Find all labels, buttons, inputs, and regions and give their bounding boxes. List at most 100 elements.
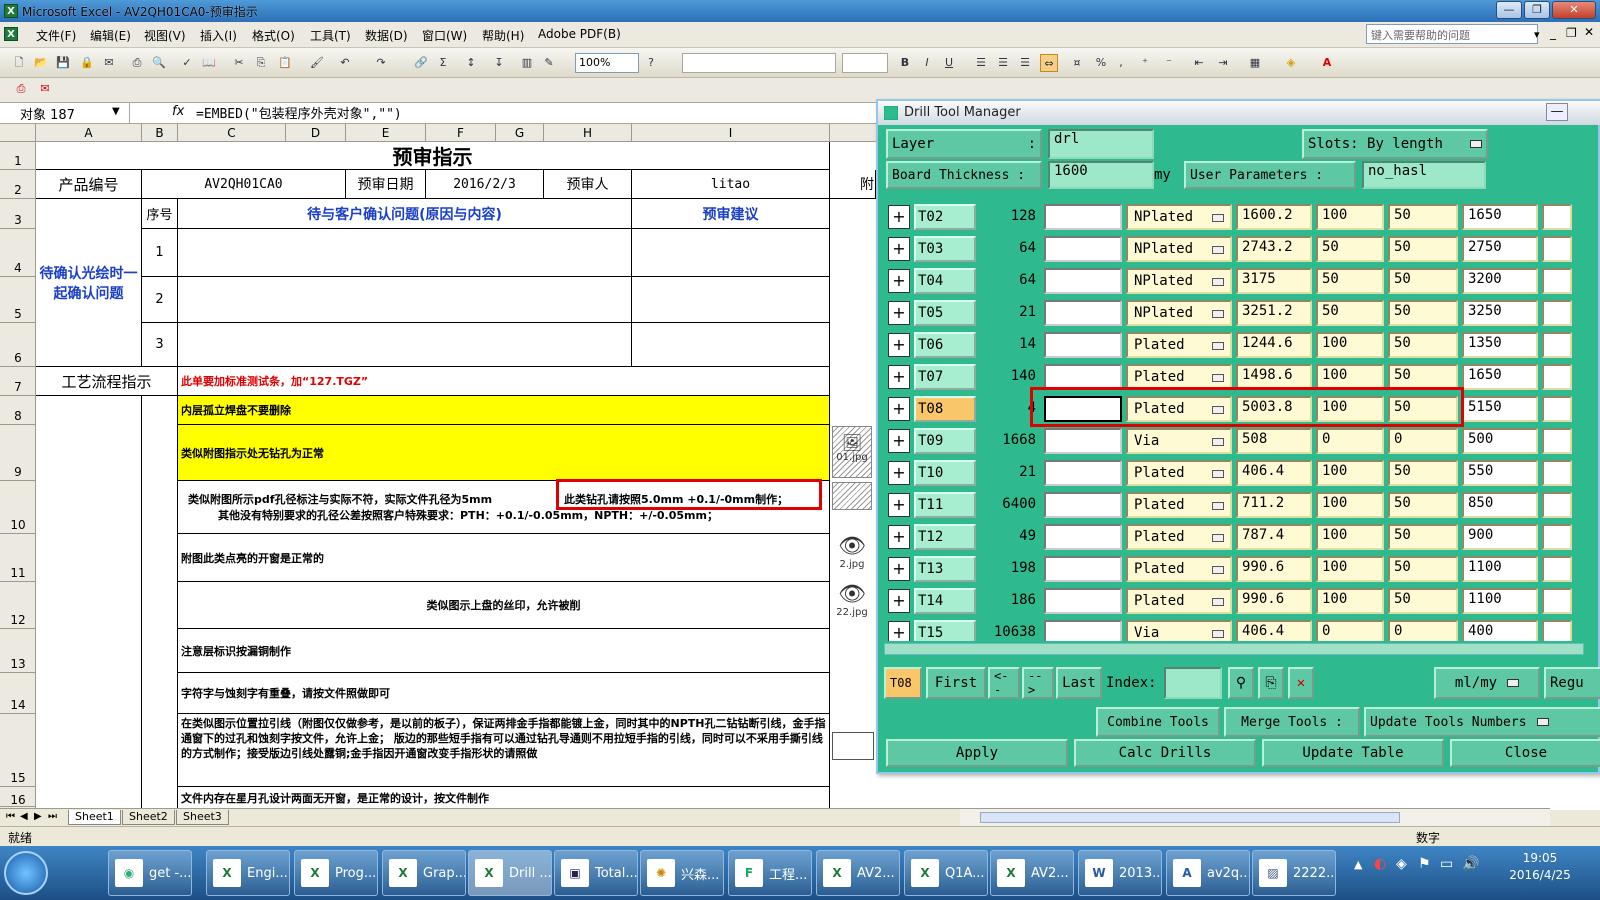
flag-icon[interactable]: ⚑ [1418, 856, 1431, 872]
tool-finish[interactable]: 500 [1462, 428, 1538, 454]
tool-tol-plus[interactable]: 100 [1316, 204, 1384, 230]
tool-name[interactable]: T06 [914, 332, 976, 358]
tool-size[interactable]: 3175 [1236, 268, 1312, 294]
print-preview-icon[interactable]: 🔍 [150, 54, 168, 72]
tool-size[interactable]: 406.4 [1236, 460, 1312, 486]
expand-icon[interactable]: + [888, 557, 910, 581]
tool-tol-minus[interactable]: 0 [1388, 620, 1458, 641]
column-header[interactable]: C [178, 124, 286, 142]
dropdown-icon[interactable] [1212, 630, 1224, 638]
taskbar-item[interactable]: F 工程... [728, 850, 812, 896]
dtm-minimize-button[interactable]: — [1546, 103, 1568, 121]
update-dropdown-icon[interactable] [1536, 718, 1549, 726]
expand-icon[interactable]: + [888, 333, 910, 357]
decrease-decimal-icon[interactable]: ⁻ [1160, 54, 1178, 72]
column-header[interactable]: E [346, 124, 426, 142]
font-color-icon[interactable]: A [1318, 54, 1336, 72]
increase-decimal-icon[interactable]: ⁺ [1136, 54, 1154, 72]
minimize-button[interactable]: — [1496, 1, 1522, 19]
network-icon[interactable]: ▭ [1440, 856, 1453, 872]
tool-finish[interactable]: 5150 [1462, 396, 1538, 422]
hyperlink-icon[interactable]: 🔗 [412, 54, 430, 72]
tool-finish[interactable]: 1100 [1462, 588, 1538, 614]
dropdown-icon[interactable] [1212, 438, 1224, 446]
percent-icon[interactable]: % [1092, 54, 1110, 72]
chart-wizard-icon[interactable]: ▥ [518, 54, 536, 72]
taskbar-item[interactable]: X Q1A... [904, 850, 988, 896]
prev-button[interactable]: <-- [988, 667, 1020, 699]
delete-icon[interactable]: ✕ [1288, 667, 1314, 699]
dropdown-icon[interactable] [1212, 598, 1224, 606]
currency-icon[interactable]: ¤ [1068, 54, 1086, 72]
issue-cell[interactable] [178, 229, 632, 277]
regu-button[interactable]: Regu [1544, 667, 1600, 699]
menu-insert[interactable]: 插入(I) [200, 27, 237, 44]
expand-icon[interactable]: + [888, 205, 910, 229]
tab-sheet3[interactable]: Sheet3 [176, 810, 229, 825]
dropdown-icon[interactable] [1212, 502, 1224, 510]
tool-extra[interactable] [1542, 428, 1572, 454]
menu-data[interactable]: 数据(D) [365, 27, 408, 44]
format-painter-icon[interactable]: 🖌 [308, 54, 326, 72]
row-header[interactable]: 10 [0, 481, 36, 534]
column-header[interactable]: I [632, 124, 830, 142]
tool-tol-minus[interactable]: 50 [1388, 300, 1458, 326]
user-parameters-input[interactable]: no_hasl [1362, 161, 1486, 189]
tool-note-input[interactable] [1044, 332, 1122, 358]
tool-note-input[interactable] [1044, 300, 1122, 326]
tool-extra[interactable] [1542, 524, 1572, 550]
menu-view[interactable]: 视图(V) [144, 27, 186, 44]
tool-finish[interactable]: 400 [1462, 620, 1538, 641]
merge-center-icon[interactable]: ⇔ [1040, 54, 1058, 72]
row-header[interactable]: 14 [0, 673, 36, 714]
tray-app2-icon[interactable]: ◈ [1396, 856, 1407, 872]
expand-icon[interactable]: + [888, 525, 910, 549]
expand-icon[interactable]: + [888, 301, 910, 325]
apply-button[interactable]: Apply [886, 739, 1068, 767]
autosum-icon[interactable]: Σ [434, 54, 452, 72]
align-right-icon[interactable]: ☰ [1016, 54, 1034, 72]
font-size-select[interactable] [842, 53, 888, 73]
taskbar-item[interactable]: X AV2... [816, 850, 900, 896]
row-header[interactable]: 8 [0, 396, 36, 425]
tool-tol-minus[interactable]: 0 [1388, 428, 1458, 454]
tray-app-icon[interactable]: ◐ [1374, 856, 1386, 872]
taskbar-item[interactable]: X Grap... [382, 850, 466, 896]
print-icon[interactable]: ⎙ [128, 54, 146, 72]
menu-edit[interactable]: 编辑(E) [90, 27, 131, 44]
unit-dropdown-icon[interactable] [1507, 679, 1520, 687]
taskbar-item[interactable]: X Engi... [206, 850, 290, 896]
issue-cell[interactable] [178, 277, 632, 323]
fill-color-icon[interactable]: ◈ [1282, 54, 1300, 72]
tool-finish[interactable]: 1650 [1462, 364, 1538, 390]
font-name-select[interactable] [682, 53, 836, 73]
column-header[interactable]: G [496, 124, 544, 142]
tool-size[interactable]: 1244.6 [1236, 332, 1312, 358]
tool-type-select[interactable]: NPlated [1126, 268, 1232, 294]
slots-dropdown-icon[interactable] [1470, 140, 1482, 148]
expand-icon[interactable]: + [888, 589, 910, 613]
tool-tol-minus[interactable]: 50 [1388, 204, 1458, 230]
tool-extra[interactable] [1542, 364, 1572, 390]
board-thickness-input[interactable]: 1600 [1048, 161, 1154, 189]
tool-finish[interactable]: 850 [1462, 492, 1538, 518]
redo-icon[interactable]: ↷ [372, 54, 390, 72]
tool-size[interactable]: 787.4 [1236, 524, 1312, 550]
tab-sheet1[interactable]: Sheet1 [68, 810, 121, 825]
tool-type-select[interactable]: NPlated [1126, 300, 1232, 326]
taskbar-item[interactable]: ▣ Total... [554, 850, 638, 896]
menu-adobe-pdf[interactable]: Adobe PDF(B) [538, 27, 621, 41]
name-box[interactable]: 对象 187 [0, 102, 130, 124]
align-center-icon[interactable]: ☰ [994, 54, 1012, 72]
tool-extra[interactable] [1542, 236, 1572, 262]
row-header[interactable]: 6 [0, 323, 36, 367]
tool-note-input[interactable] [1044, 460, 1122, 486]
tool-size[interactable]: 406.4 [1236, 620, 1312, 641]
expand-icon[interactable]: + [888, 493, 910, 517]
tool-name[interactable]: T03 [914, 236, 976, 262]
column-header[interactable]: D [286, 124, 346, 142]
close-dtm-button[interactable]: Close [1450, 739, 1600, 767]
dropdown-icon[interactable] [1212, 534, 1224, 542]
name-box-dropdown-icon[interactable]: ▼ [112, 106, 120, 117]
advice-cell[interactable] [632, 229, 830, 277]
